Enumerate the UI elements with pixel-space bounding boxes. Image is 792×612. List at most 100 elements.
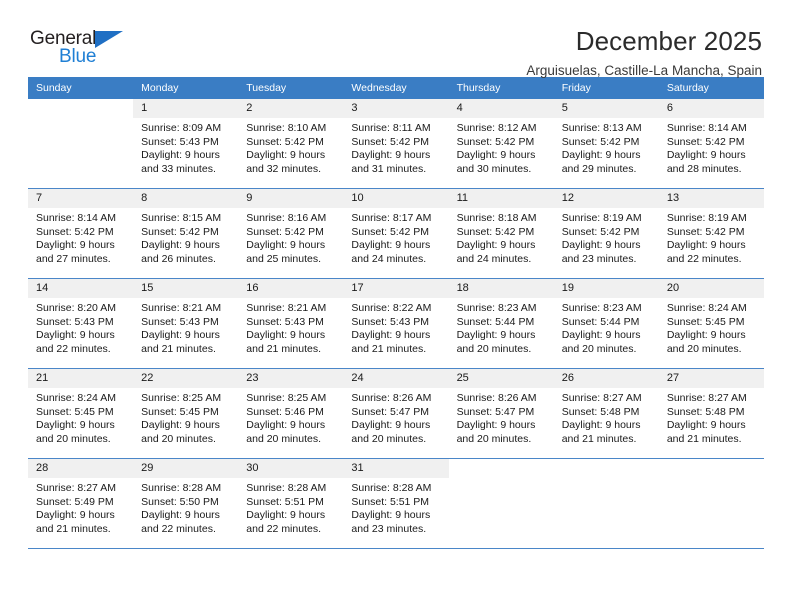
- calendar-day-cell[interactable]: 2 Sunrise: 8:10 AM Sunset: 5:42 PM Daylight…: [238, 99, 344, 189]
- calendar-day-cell[interactable]: 6 Sunrise: 8:14 AM Sunset: 5:42 PM Daylight…: [658, 99, 764, 189]
- page-title: December 2025: [575, 26, 762, 56]
- daylight-duration-line1: Daylight: 9 hours: [456, 419, 536, 432]
- sunrise-time: Sunrise: 8:15 AM: [141, 212, 222, 224]
- daylight-duration-line1: Daylight: 9 hours: [666, 329, 746, 342]
- calendar-day-cell[interactable]: 15 Sunrise: 8:21 AM Sunset: 5:43 PM Dayligh…: [133, 278, 239, 369]
- general-blue-logo[interactable]: General Blue: [28, 26, 148, 74]
- sunrise-time: Sunrise: 8:28 AM: [141, 482, 222, 494]
- calendar-day-cell[interactable]: 19 Sunrise: 8:23 AM Sunset: 5:44 PM Dayligh…: [553, 278, 659, 369]
- daylight-duration-line2: and 27 minutes.: [36, 252, 111, 265]
- sunset-time: Sunset: 5:42 PM: [36, 225, 114, 238]
- day-number: 25: [448, 369, 554, 388]
- daylight-duration-line2: and 28 minutes.: [666, 162, 742, 175]
- day-number: 4: [448, 99, 554, 118]
- calendar-day-cell[interactable]: 3 Sunrise: 8:11 AM Sunset: 5:42 PM Daylight…: [343, 99, 449, 189]
- day-number: 5: [553, 99, 659, 118]
- calendar-day-cell[interactable]: 31 Sunrise: 8:28 AM Sunset: 5:51 PM Dayligh…: [343, 458, 449, 549]
- calendar-day-cell[interactable]: 14 Sunrise: 8:20 AM Sunset: 5:43 PM Dayligh…: [28, 278, 134, 369]
- day-number: 21: [28, 369, 134, 388]
- calendar-day-cell[interactable]: 10 Sunrise: 8:17 AM Sunset: 5:42 PM Dayligh…: [343, 188, 449, 279]
- daylight-duration-line2: and 21 minutes.: [246, 342, 321, 355]
- day-number: [28, 99, 133, 118]
- sunrise-time: Sunrise: 8:27 AM: [36, 482, 116, 494]
- page-header: General Blue December 2025 Arguisuelas, …: [28, 0, 764, 78]
- day-cell-inner: 8 Sunrise: 8:15 AM Sunset: 5:42 PM Daylight…: [133, 189, 239, 278]
- calendar-day-cell[interactable]: 12 Sunrise: 8:19 AM Sunset: 5:42 PM Dayligh…: [553, 188, 659, 279]
- day-details: Sunrise: 8:09 AM Sunset: 5:43 PM Daylight:…: [133, 118, 238, 176]
- sunset-time: Sunset: 5:48 PM: [561, 405, 640, 418]
- sunset-time: Sunset: 5:42 PM: [456, 135, 535, 148]
- calendar-day-cell[interactable]: 28 Sunrise: 8:27 AM Sunset: 5:49 PM Dayligh…: [28, 458, 134, 549]
- sunset-time: Sunset: 5:43 PM: [36, 315, 114, 328]
- day-number: 22: [133, 369, 239, 388]
- calendar-day-cell[interactable]: 4 Sunrise: 8:12 AM Sunset: 5:42 PM Daylight…: [448, 99, 554, 189]
- day-number: [449, 459, 554, 478]
- day-number: 11: [448, 189, 554, 208]
- daylight-duration-line1: Daylight: 9 hours: [141, 419, 220, 432]
- daylight-duration-line1: Daylight: 9 hours: [246, 329, 326, 342]
- calendar-day-cell[interactable]: 1 Sunrise: 8:09 AM Sunset: 5:43 PM Daylight…: [133, 99, 239, 189]
- day-details: Sunrise: 8:25 AM Sunset: 5:45 PM Daylight:…: [133, 388, 238, 446]
- daylight-duration-line2: and 29 minutes.: [561, 162, 637, 175]
- daylight-duration-line2: and 25 minutes.: [246, 252, 321, 265]
- sunrise-time: Sunrise: 8:12 AM: [456, 122, 537, 134]
- daylight-duration-line2: and 20 minutes.: [246, 432, 321, 445]
- day-details: Sunrise: 8:26 AM Sunset: 5:47 PM Daylight:…: [449, 388, 554, 446]
- daylight-duration-line1: Daylight: 9 hours: [456, 149, 536, 162]
- calendar-day-cell[interactable]: 18 Sunrise: 8:23 AM Sunset: 5:44 PM Dayligh…: [448, 278, 554, 369]
- sunrise-time: Sunrise: 8:21 AM: [246, 302, 327, 314]
- day-details: Sunrise: 8:28 AM Sunset: 5:50 PM Daylight:…: [133, 478, 238, 536]
- daylight-duration-line1: Daylight: 9 hours: [666, 239, 746, 252]
- calendar-day-cell[interactable]: 11 Sunrise: 8:18 AM Sunset: 5:42 PM Dayligh…: [448, 188, 554, 279]
- daylight-duration-line2: and 20 minutes.: [666, 342, 742, 355]
- calendar-day-cell[interactable]: 13 Sunrise: 8:19 AM Sunset: 5:42 PM Dayligh…: [658, 188, 764, 279]
- calendar-body: 1 Sunrise: 8:09 AM Sunset: 5:43 PM Daylight…: [28, 99, 764, 549]
- day-number: 1: [133, 99, 239, 118]
- day-cell-inner: 14 Sunrise: 8:20 AM Sunset: 5:43 PM Dayligh…: [28, 279, 134, 368]
- day-details: Sunrise: 8:22 AM Sunset: 5:43 PM Daylight:…: [343, 298, 448, 356]
- calendar-day-cell[interactable]: 20 Sunrise: 8:24 AM Sunset: 5:45 PM Dayligh…: [658, 278, 764, 369]
- daylight-duration-line2: and 32 minutes.: [246, 162, 321, 175]
- calendar-day-cell[interactable]: 30 Sunrise: 8:28 AM Sunset: 5:51 PM Dayligh…: [238, 458, 344, 549]
- day-cell-inner: 16 Sunrise: 8:21 AM Sunset: 5:43 PM Dayligh…: [238, 279, 344, 368]
- calendar-day-cell[interactable]: 22 Sunrise: 8:25 AM Sunset: 5:45 PM Dayligh…: [133, 368, 239, 459]
- calendar-day-cell[interactable]: 21 Sunrise: 8:24 AM Sunset: 5:45 PM Dayligh…: [28, 368, 134, 459]
- day-cell-inner: 2 Sunrise: 8:10 AM Sunset: 5:42 PM Daylight…: [238, 99, 344, 188]
- calendar-day-cell[interactable]: 25 Sunrise: 8:26 AM Sunset: 5:47 PM Dayligh…: [448, 368, 554, 459]
- calendar-day-cell[interactable]: 29 Sunrise: 8:28 AM Sunset: 5:50 PM Dayligh…: [133, 458, 239, 549]
- daylight-duration-line1: Daylight: 9 hours: [246, 149, 326, 162]
- calendar-day-cell[interactable]: 7 Sunrise: 8:14 AM Sunset: 5:42 PM Daylight…: [28, 188, 134, 279]
- sunrise-sunset-calendar: Sunday Monday Tuesday Wednesday Thursday…: [28, 77, 764, 549]
- daylight-duration-line1: Daylight: 9 hours: [456, 329, 536, 342]
- day-number: 10: [343, 189, 449, 208]
- calendar-day-cell[interactable]: 8 Sunrise: 8:15 AM Sunset: 5:42 PM Daylight…: [133, 188, 239, 279]
- sunrise-time: Sunrise: 8:28 AM: [351, 482, 432, 494]
- sunrise-time: Sunrise: 8:14 AM: [666, 122, 747, 134]
- calendar-day-cell[interactable]: 27 Sunrise: 8:27 AM Sunset: 5:48 PM Dayligh…: [658, 368, 764, 459]
- sunset-time: Sunset: 5:44 PM: [561, 315, 640, 328]
- sunset-time: Sunset: 5:48 PM: [666, 405, 745, 418]
- calendar-day-cell[interactable]: 23 Sunrise: 8:25 AM Sunset: 5:46 PM Dayligh…: [238, 368, 344, 459]
- calendar-day-cell[interactable]: 9 Sunrise: 8:16 AM Sunset: 5:42 PM Daylight…: [238, 188, 344, 279]
- day-cell-inner: 5 Sunrise: 8:13 AM Sunset: 5:42 PM Daylight…: [553, 99, 659, 188]
- calendar-day-cell[interactable]: 24 Sunrise: 8:26 AM Sunset: 5:47 PM Dayligh…: [343, 368, 449, 459]
- sunrise-time: Sunrise: 8:17 AM: [351, 212, 432, 224]
- sunrise-time: Sunrise: 8:19 AM: [666, 212, 747, 224]
- sunrise-time: Sunrise: 8:25 AM: [246, 392, 327, 404]
- calendar-day-cell[interactable]: 17 Sunrise: 8:22 AM Sunset: 5:43 PM Dayligh…: [343, 278, 449, 369]
- sunset-time: Sunset: 5:43 PM: [351, 315, 430, 328]
- day-details: Sunrise: 8:27 AM Sunset: 5:49 PM Daylight:…: [28, 478, 133, 536]
- day-number: 30: [238, 459, 344, 478]
- daylight-duration-line2: and 33 minutes.: [141, 162, 216, 175]
- calendar-day-cell[interactable]: 26 Sunrise: 8:27 AM Sunset: 5:48 PM Dayligh…: [553, 368, 659, 459]
- daylight-duration-line2: and 26 minutes.: [141, 252, 216, 265]
- calendar-day-cell[interactable]: 5 Sunrise: 8:13 AM Sunset: 5:42 PM Daylight…: [553, 99, 659, 189]
- daylight-duration-line1: Daylight: 9 hours: [561, 329, 641, 342]
- daylight-duration-line2: and 31 minutes.: [351, 162, 427, 175]
- day-number: 15: [133, 279, 239, 298]
- daylight-duration-line1: Daylight: 9 hours: [246, 239, 326, 252]
- calendar-day-cell[interactable]: 16 Sunrise: 8:21 AM Sunset: 5:43 PM Dayligh…: [238, 278, 344, 369]
- day-cell-inner: 3 Sunrise: 8:11 AM Sunset: 5:42 PM Daylight…: [343, 99, 449, 188]
- day-number: 17: [343, 279, 449, 298]
- daylight-duration-line1: Daylight: 9 hours: [36, 329, 115, 342]
